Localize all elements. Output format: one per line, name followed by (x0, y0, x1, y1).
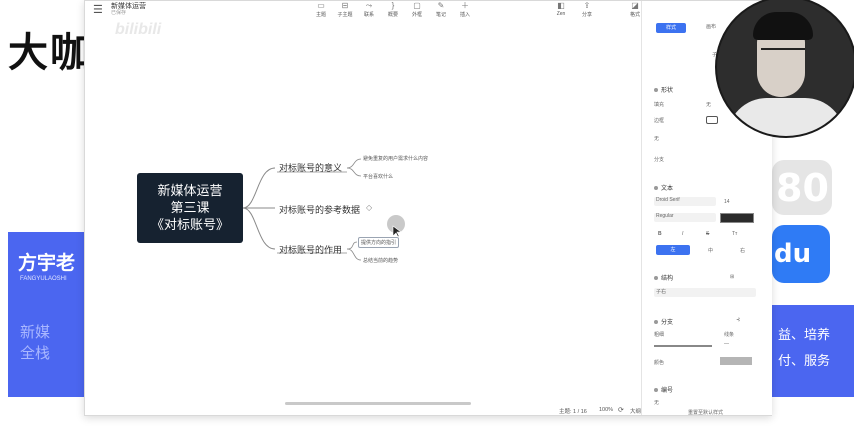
mindmap-leaf-1-1[interactable]: 避免重复的用户需求什么内容 (363, 155, 428, 162)
structure-icon[interactable]: ⊞ (730, 274, 734, 280)
background-right-card: 益、培养 付、服务 (770, 305, 854, 397)
fill-label: 填充 (654, 102, 665, 108)
border-label: 边框 (654, 118, 665, 124)
fill-select[interactable]: 无 (706, 101, 711, 108)
bold-button[interactable]: B (658, 231, 662, 237)
branch-label: 分支 (654, 157, 665, 163)
connector-branch3-leaf1 (346, 241, 358, 250)
connector-root-branch3 (242, 207, 276, 250)
structure-select[interactable]: 子右 (654, 288, 756, 297)
mindmap-leaf-3-2[interactable]: 总结当前的趋势 (363, 257, 398, 264)
reset-style-link[interactable]: 重置至默认样式 (688, 409, 723, 416)
border-select[interactable]: 无 (654, 135, 659, 142)
connector-branch1-leaf1 (346, 158, 362, 169)
line-style-select[interactable]: — (724, 341, 729, 347)
mindmap-branch-3[interactable]: 对标账号的作用 (279, 243, 342, 256)
numbering-select[interactable]: 无 (654, 399, 659, 406)
background-profile-card: 方宇老 FANGYULAOSHI 新媒 全栈 (8, 232, 88, 397)
panel-tab-canvas[interactable]: 画布 (706, 23, 716, 30)
background-title: 大咖 (8, 30, 92, 76)
text-color-swatch[interactable] (720, 213, 754, 223)
horizontal-scrollbar[interactable] (285, 402, 471, 405)
background-card-name: 方宇老 (18, 252, 76, 274)
zoom-level[interactable]: 100% (599, 407, 613, 413)
border-shape-icon[interactable] (706, 116, 718, 124)
connector-branch3-leaf2 (346, 248, 362, 261)
mindmap-leaf-1-2[interactable]: 平台喜欢什么 (363, 173, 393, 180)
text-section-header[interactable]: 文本 (654, 183, 673, 192)
align-left-button[interactable]: 左 (656, 245, 690, 255)
shape-section-header[interactable]: 形状 (654, 85, 673, 94)
mouse-cursor-icon (392, 225, 401, 238)
mindmap-branch-2[interactable]: 对标账号的参考数据 (279, 203, 360, 216)
text-case-button[interactable]: Tт (732, 231, 737, 237)
branch-style-icon[interactable]: ⊰ (736, 317, 740, 323)
font-weight-select[interactable]: Regular (654, 213, 716, 222)
branch-color-swatch[interactable] (720, 357, 752, 365)
structure-section-header[interactable]: 结构 (654, 273, 673, 282)
webcam-overlay (715, 0, 854, 138)
branch-section-header[interactable]: 分支 (654, 317, 673, 326)
font-family-select[interactable]: Droid Serif (654, 197, 716, 206)
line-label: 线条 (724, 332, 735, 338)
topic-count: 主题: 1 / 16 (559, 409, 587, 415)
app-window: ☰ 新媒体运营 已保存 bilibili ▭ 主题 ⊟ 子主题 ⤳ 联系 } 概… (84, 0, 772, 416)
mindmap-leaf-3-1[interactable]: 提供方向的指引 (358, 237, 400, 248)
zoom-icon[interactable]: ⟳ (618, 406, 624, 414)
thickness-label: 粗细 (654, 332, 665, 338)
panel-tab-style[interactable]: 样式 (656, 23, 686, 33)
background-logo-baidu: du (772, 225, 830, 283)
background-logo-app: 80 (772, 160, 832, 215)
italic-button[interactable]: I (682, 231, 683, 237)
branch-color-label: 颜色 (654, 360, 665, 366)
numbering-section-header[interactable]: 编号 (654, 385, 673, 394)
strikethrough-button[interactable]: S (706, 231, 709, 237)
connector-branch1-leaf2 (346, 167, 362, 177)
collapse-toggle-icon[interactable]: ◇ (366, 203, 372, 212)
thickness-slider[interactable] (654, 345, 712, 347)
mindmap-branch-1[interactable]: 对标账号的意义 (279, 161, 342, 174)
mindmap-root-topic[interactable]: 新媒体运营 第三课 《对标账号》 (137, 173, 243, 243)
align-center-button[interactable]: 中 (708, 247, 713, 254)
font-size-select[interactable]: 14 (724, 199, 730, 205)
background-card-desc: 新媒 全栈 (20, 323, 51, 362)
outline-button[interactable]: 大纲 (630, 407, 641, 415)
connector-root-branch1 (242, 167, 276, 209)
align-right-button[interactable]: 右 (740, 247, 745, 254)
background-card-sub: FANGYULAOSHI (20, 276, 67, 282)
